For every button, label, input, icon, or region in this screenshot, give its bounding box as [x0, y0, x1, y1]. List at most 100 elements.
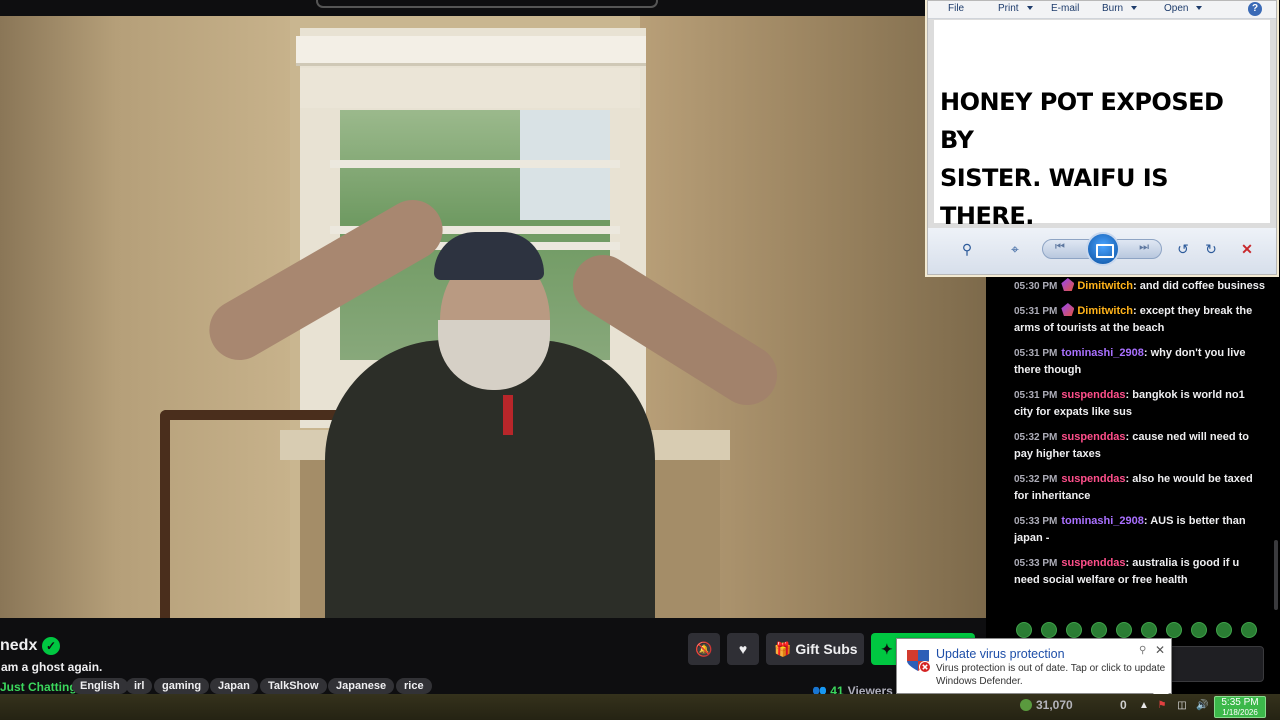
chat-timestamp: 05:31 PM [1014, 390, 1058, 401]
chat-text: : and did coffee business [1132, 280, 1266, 292]
video-scene-lanyard [503, 395, 513, 435]
emote-icon[interactable] [1241, 622, 1257, 638]
previous-icon[interactable]: ⏮ [1055, 241, 1065, 254]
defender-notification[interactable]: Update virus protection Virus protection… [896, 638, 1172, 703]
toast-title: Update virus protection [936, 647, 1065, 661]
close-icon[interactable]: ✕ [1155, 643, 1165, 657]
emote-icon[interactable] [1166, 622, 1182, 638]
delete-icon[interactable]: ✕ [1236, 240, 1258, 258]
tag[interactable]: gaming [154, 678, 210, 694]
follow-heart-button[interactable]: ♥ [727, 633, 759, 665]
menu-burn-label: Burn [1102, 3, 1124, 14]
emote-icon[interactable] [1191, 622, 1207, 638]
chat-username[interactable]: Dimitwitch [1077, 280, 1133, 292]
verified-icon: ✓ [42, 637, 60, 655]
points-icon [1020, 699, 1032, 711]
notification-off-button[interactable]: 🔕 [688, 633, 720, 665]
chat-timestamp: 05:32 PM [1014, 474, 1058, 485]
tag[interactable]: Japanese [328, 678, 395, 694]
video-scene-blind [300, 68, 640, 108]
photo-viewer-menubar: File Print E-mail Burn Open ? [928, 1, 1276, 19]
channel-points[interactable]: 31,070 [1020, 698, 1073, 712]
tag[interactable]: TalkShow [260, 678, 327, 694]
chat-username[interactable]: suspenddas [1061, 431, 1125, 443]
streamer-name[interactable]: nedx [0, 637, 37, 655]
photo-viewer-image: HONEY POT EXPOSED BY SISTER. WAIFU IS TH… [934, 20, 1270, 230]
clock-date: 1/18/2026 [1222, 708, 1258, 717]
chevron-down-icon [1196, 6, 1203, 11]
sub-badge-icon[interactable] [1061, 303, 1075, 316]
sub-badge-icon[interactable] [1061, 278, 1075, 291]
emote-icon[interactable] [1091, 622, 1107, 638]
clock-time: 5:35 PM [1221, 697, 1259, 708]
volume-icon[interactable]: 🔊 [1196, 700, 1208, 712]
help-icon[interactable]: ? [1248, 2, 1262, 16]
menu-file-label: File [948, 3, 965, 14]
show-hidden-icons-icon[interactable]: ▲ [1138, 700, 1150, 712]
action-center-icon[interactable]: ⚑ [1156, 700, 1168, 712]
category-link[interactable]: Just Chatting [0, 680, 77, 694]
menu-file[interactable]: File [948, 3, 964, 14]
emote-icon[interactable] [1016, 622, 1032, 638]
points-value: 31,070 [1036, 698, 1073, 712]
chat-username[interactable]: tominashi_2908 [1061, 515, 1144, 527]
chevron-down-icon [1131, 6, 1138, 11]
emote-icon[interactable] [1141, 622, 1157, 638]
next-icon[interactable]: ⏭ [1139, 241, 1149, 254]
chat-username[interactable]: suspenddas [1061, 473, 1125, 485]
taskbar-clock[interactable]: 5:35 PM 1/18/2026 [1214, 696, 1266, 718]
menu-email[interactable]: E-mail [1051, 3, 1079, 14]
menu-open[interactable]: Open [1164, 3, 1203, 14]
image-caption: HONEY POT EXPOSED BY SISTER. WAIFU IS TH… [940, 83, 1264, 235]
chat-message: 05:31 PM tominashi_2908: why don't you li… [1014, 345, 1266, 379]
tag[interactable]: English [72, 678, 128, 694]
video-player[interactable] [0, 0, 986, 618]
chat-message: 05:32 PM suspenddas: also he would be tax… [1014, 471, 1266, 505]
chat-message: 05:33 PM suspenddas: australia is good if… [1014, 555, 1266, 589]
pin-icon[interactable]: ⚲ [1139, 645, 1146, 656]
gift-subs-label: Gift Subs [795, 641, 858, 657]
gift-subs-button[interactable]: 🎁 Gift Subs [766, 633, 864, 665]
menu-print[interactable]: Print [998, 3, 1033, 14]
emote-icon[interactable] [1116, 622, 1132, 638]
emote-icon[interactable] [1216, 622, 1232, 638]
menu-open-label: Open [1164, 3, 1189, 14]
chat-message: 05:31 PM Dimitwitch: except they break th… [1014, 303, 1266, 337]
chat-timestamp: 05:31 PM [1014, 306, 1058, 317]
chat-username[interactable]: tominashi_2908 [1061, 347, 1144, 359]
chat-username[interactable]: suspenddas [1061, 557, 1125, 569]
chat-message: 05:31 PM suspenddas: bangkok is world no1… [1014, 387, 1266, 421]
chat-timestamp: 05:33 PM [1014, 558, 1058, 569]
actual-size-icon[interactable]: ⌖ [1004, 240, 1026, 258]
zoom-icon[interactable]: ⚲ [956, 240, 978, 258]
menu-email-label: E-mail [1051, 3, 1080, 14]
chat-scrollbar-thumb[interactable] [1274, 540, 1278, 610]
menu-print-label: Print [998, 3, 1019, 14]
chat-username[interactable]: Dimitwitch [1077, 305, 1133, 317]
chat-message: 05:33 PM tominashi_2908: AUS is better th… [1014, 513, 1266, 547]
chat-timestamp: 05:30 PM [1014, 281, 1058, 292]
image-caption-line: SISTER. WAIFU IS THERE. [940, 164, 1169, 230]
tag[interactable]: rice [396, 678, 432, 694]
video-scene-muntin [330, 160, 620, 168]
tag[interactable]: irl [126, 678, 153, 694]
photo-viewer-window[interactable]: File Print E-mail Burn Open ? HONEY POT … [927, 0, 1277, 275]
chat-messages: 05:30 PM Dimitwitch: and did coffee busin… [1014, 278, 1266, 612]
emote-icon[interactable] [1066, 622, 1082, 638]
taskbar: 31,070 0 ▲ ⚑ ◫ 🔊 5:35 PM 1/18/2026 [0, 694, 1280, 720]
tag[interactable]: Japan [210, 678, 258, 694]
network-icon[interactable]: ◫ [1176, 700, 1188, 712]
image-caption-line: HONEY POT EXPOSED BY [940, 88, 1224, 154]
chat-message: 05:32 PM suspenddas: cause ned will need … [1014, 429, 1266, 463]
toast-body: Virus protection is out of date. Tap or … [936, 663, 1166, 687]
rotate-left-icon[interactable]: ↺ [1172, 240, 1194, 258]
chat-username[interactable]: suspenddas [1061, 389, 1125, 401]
video-top-bar [0, 0, 986, 16]
rotate-right-icon[interactable]: ↻ [1200, 240, 1222, 258]
stream-info-bar: nedx ✓ am a ghost again. Just Chatting E… [0, 618, 986, 700]
heart-icon: ♥ [738, 641, 748, 657]
slideshow-button[interactable] [1086, 232, 1120, 266]
notification-count: 0 [1120, 698, 1127, 712]
emote-icon[interactable] [1041, 622, 1057, 638]
menu-burn[interactable]: Burn [1102, 3, 1138, 14]
